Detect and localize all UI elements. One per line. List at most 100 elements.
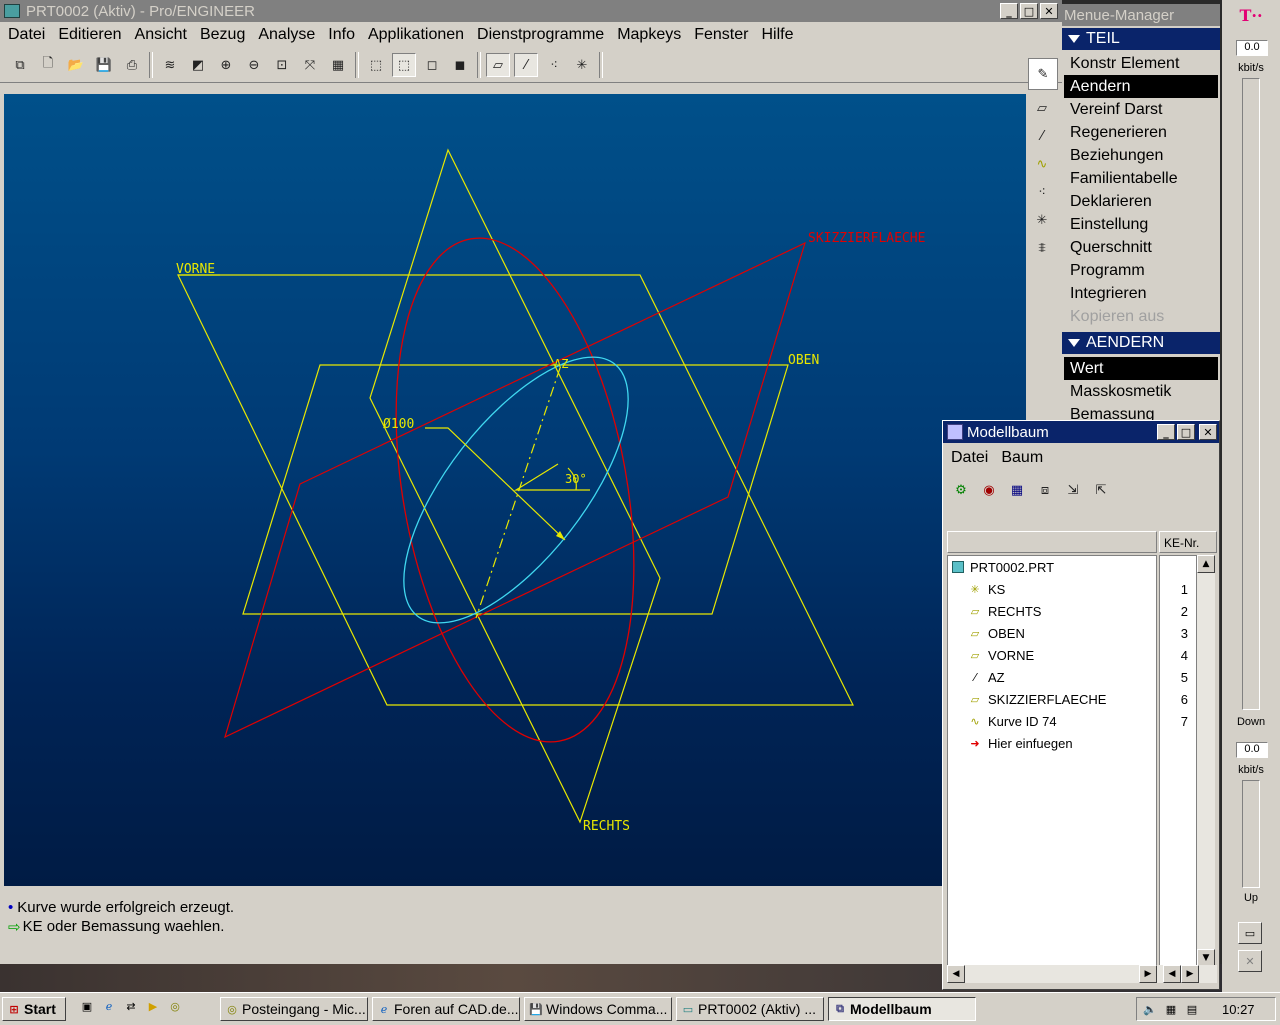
tree-list[interactable]: PRT0002.PRT ✳ KS ▱ RECHTS ▱ OBEN ▱ VORNE… [947, 555, 1157, 967]
dim-diameter[interactable]: Ø100 [383, 417, 414, 432]
internet-explorer-icon[interactable]: ℯ [102, 999, 116, 1013]
open-file-icon[interactable]: 📂 [64, 53, 88, 77]
menu-item-vereinf-darst[interactable]: Vereinf Darst [1064, 98, 1218, 121]
model-tree-titlebar[interactable]: Modellbaum _ □ ✕ [943, 421, 1219, 443]
saved-views-icon[interactable]: ▦ [326, 53, 350, 77]
tree-minimize-button[interactable]: _ [1157, 424, 1175, 440]
sketcher-icon[interactable]: ✎ [1028, 58, 1058, 90]
scroll-up-button[interactable]: ▲ [1197, 555, 1215, 573]
tray-app-icon[interactable]: ▦ [1164, 1002, 1178, 1016]
tree-row-insert-here[interactable]: ➜ Hier einfuegen [952, 732, 1156, 754]
tree-name-column-header[interactable] [947, 531, 1157, 553]
main-titlebar[interactable]: PRT0002 (Aktiv) - Pro/ENGINEER _ □ ✕ [0, 0, 1062, 22]
tree-show-icon[interactable]: ◉ [977, 478, 1001, 502]
tree-menu-datei[interactable]: Datei [951, 449, 988, 467]
zoom-fit-icon[interactable]: ⊡ [270, 53, 294, 77]
menu-item-deklarieren[interactable]: Deklarieren [1064, 190, 1218, 213]
csys-tool-icon[interactable]: ✳ [1030, 208, 1054, 232]
print-icon[interactable]: ⎙ [120, 53, 144, 77]
menu-item-beziehungen[interactable]: Beziehungen [1064, 144, 1218, 167]
label-vorne[interactable]: VORNE [176, 262, 215, 277]
tree-root[interactable]: PRT0002.PRT [952, 556, 1156, 578]
save-icon[interactable]: 💾 [92, 53, 116, 77]
hidden-line-icon[interactable]: ⬚ [392, 53, 416, 77]
task-proengineer[interactable]: ▭ PRT0002 (Aktiv) ... [676, 997, 824, 1021]
tree-row-vorne[interactable]: ▱ VORNE [952, 644, 1156, 666]
tree-settings-icon[interactable]: ⚙ [949, 478, 973, 502]
menu-manager-title[interactable]: Menue-Manager [1062, 4, 1220, 26]
menu-item-querschnitt[interactable]: Querschnitt [1064, 236, 1218, 259]
tree-collapse-icon[interactable]: ⇱ [1089, 478, 1113, 502]
datum-point-tool-icon[interactable]: ⁖ [1030, 180, 1054, 204]
close-button[interactable]: ✕ [1040, 3, 1058, 19]
task-outlook[interactable]: ◎ Posteingang - Mic... [220, 997, 368, 1021]
minimize-button[interactable]: _ [1000, 3, 1018, 19]
network-icon[interactable]: ⇄ [124, 999, 138, 1013]
menu-analyse[interactable]: Analyse [258, 26, 315, 44]
menu-datei[interactable]: Datei [8, 26, 45, 44]
tree-columns-icon[interactable]: ▦ [1005, 478, 1029, 502]
clock[interactable]: 10:27 [1222, 1002, 1255, 1017]
tree-row-rechts[interactable]: ▱ RECHTS [952, 600, 1156, 622]
menu-dienstprogramme[interactable]: Dienstprogramme [477, 26, 604, 44]
select-window-icon[interactable]: ⧉ [8, 53, 32, 77]
menu-item-aendern[interactable]: Aendern [1064, 75, 1218, 98]
wireframe-icon[interactable]: ⬚ [364, 53, 388, 77]
tree-expand-icon[interactable]: ⇲ [1061, 478, 1085, 502]
shaded-icon[interactable]: ◼ [448, 53, 472, 77]
tree-horizontal-scrollbar[interactable]: ◀ ▶ ◀ ▶ [947, 965, 1217, 983]
tree-row-az[interactable]: ⁄ AZ [952, 666, 1156, 688]
datum-axes-icon[interactable]: ⁄ [514, 53, 538, 77]
tree-row-kurve[interactable]: ∿ Kurve ID 74 [952, 710, 1156, 732]
tree-kenr-column-header[interactable]: KE-Nr. [1159, 531, 1217, 553]
repaint-icon[interactable]: ◩ [186, 53, 210, 77]
outlook-icon[interactable]: ◎ [168, 999, 182, 1013]
datum-plane-tool-icon[interactable]: ▱ [1030, 96, 1054, 120]
orient-icon[interactable]: ⤧ [298, 53, 322, 77]
graphics-viewport[interactable]: VORNE OBEN RECHTS SKIZZIERFLAECHE AZ Ø10… [4, 94, 1026, 886]
zoom-in-icon[interactable]: ⊕ [214, 53, 238, 77]
no-hidden-icon[interactable]: ◻ [420, 53, 444, 77]
menu-item-masskosmetik[interactable]: Masskosmetik [1064, 380, 1218, 403]
zoom-out-icon[interactable]: ⊖ [242, 53, 266, 77]
start-button[interactable]: ⊞ Start [2, 997, 66, 1021]
tree-row-ks[interactable]: ✳ KS [952, 578, 1156, 600]
menu-editieren[interactable]: Editieren [58, 26, 121, 44]
coordinate-systems-icon[interactable]: ✳ [570, 53, 594, 77]
datum-curve-tool-icon[interactable]: ∿ [1030, 152, 1054, 176]
tree-row-skizzierflaeche[interactable]: ▱ SKIZZIERFLAECHE [952, 688, 1156, 710]
col-scroll-right-button[interactable]: ▶ [1181, 965, 1199, 983]
layers-icon[interactable]: ≋ [158, 53, 182, 77]
menu-item-einstellung[interactable]: Einstellung [1064, 213, 1218, 236]
task-windows-commander[interactable]: 💾 Windows Comma... [524, 997, 672, 1021]
tree-row-oben[interactable]: ▱ OBEN [952, 622, 1156, 644]
diameter-dim-leader[interactable] [425, 427, 566, 541]
scroll-right-button[interactable]: ▶ [1139, 965, 1157, 983]
menu-item-programm[interactable]: Programm [1064, 259, 1218, 282]
menu-applikationen[interactable]: Applikationen [368, 26, 464, 44]
datum-plane-rechts[interactable] [369, 148, 661, 824]
menu-item-wert[interactable]: Wert [1064, 357, 1218, 380]
menu-info[interactable]: Info [328, 26, 355, 44]
menu-item-familientabelle[interactable]: Familientabelle [1064, 167, 1218, 190]
volume-icon[interactable]: 🔈 [1143, 1002, 1157, 1016]
task-browser[interactable]: ℯ Foren auf CAD.de... [372, 997, 520, 1021]
menu-hilfe[interactable]: Hilfe [761, 26, 793, 44]
col-scroll-left-button[interactable]: ◀ [1163, 965, 1181, 983]
meter-close-button[interactable]: ✕ [1238, 950, 1262, 972]
menu-ansicht[interactable]: Ansicht [135, 26, 187, 44]
label-az[interactable]: AZ [554, 357, 568, 371]
show-desktop-icon[interactable]: ▣ [80, 999, 94, 1013]
tree-filter-icon[interactable]: ⧈ [1033, 478, 1057, 502]
new-file-icon[interactable]: 🗋 [36, 53, 60, 77]
scroll-left-button[interactable]: ◀ [947, 965, 965, 983]
label-rechts[interactable]: RECHTS [583, 819, 630, 834]
menu-item-integrieren[interactable]: Integrieren [1064, 282, 1218, 305]
label-skizzierflaeche[interactable]: SKIZZIERFLAECHE [808, 231, 925, 246]
tree-menu-baum[interactable]: Baum [1001, 449, 1043, 467]
datum-axis-tool-icon[interactable]: ⁄ [1030, 124, 1054, 148]
menu-bezug[interactable]: Bezug [200, 26, 245, 44]
menu-section-aendern[interactable]: AENDERN [1062, 332, 1220, 354]
datum-axis-az[interactable] [475, 367, 561, 619]
tree-vertical-scrollbar[interactable]: ▲ ▼ [1197, 555, 1215, 967]
